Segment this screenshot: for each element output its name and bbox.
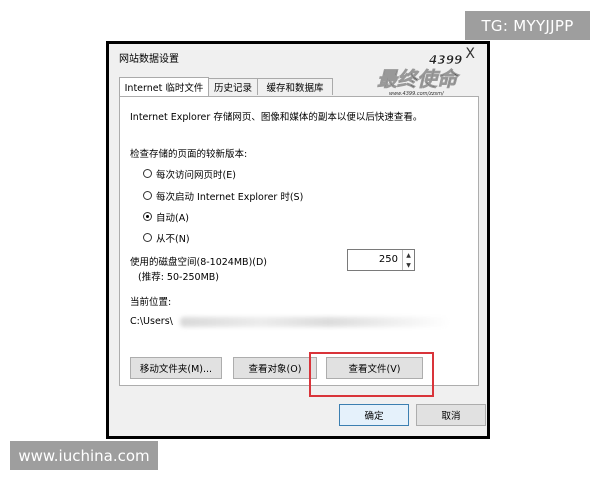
tab-cache-and-databases[interactable]: 缓存和数据库 [257,78,333,95]
site-watermark: www.iuchina.com [10,441,158,470]
tg-watermark: TG: MYYJJPP [465,11,590,40]
view-files-button[interactable]: 查看文件(V) [326,357,423,379]
dialog-title: 网站数据设置 [119,54,179,65]
logo-number: 4399 [428,53,462,67]
stepper-down-icon[interactable]: ▼ [403,260,414,270]
stepper-buttons: ▲ ▼ [402,250,414,270]
disk-space-value[interactable]: 250 [379,254,398,265]
view-objects-button[interactable]: 查看对象(O) [233,357,317,379]
move-folder-button[interactable]: 移动文件夹(M)... [130,357,222,379]
ok-button[interactable]: 确定 [339,404,409,426]
disk-space-stepper[interactable]: 250 ▲ ▼ [347,249,415,271]
radio-every-visit[interactable] [143,169,152,178]
description-text: Internet Explorer 存储网页、图像和媒体的副本以便以后快速查看。 [130,112,423,123]
tab-internet-temp-files[interactable]: Internet 临时文件 [119,77,209,96]
current-location-path: C:\Users\ [130,316,173,327]
check-versions-label: 检查存储的页面的较新版本: [130,149,248,160]
stepper-up-icon[interactable]: ▲ [403,250,414,260]
tab-history[interactable]: 历史记录 [208,78,258,95]
radio-every-visit-label: 每次访问网页时(E) [156,170,236,181]
radio-every-start[interactable] [143,191,152,200]
radio-automatic-label: 自动(A) [156,213,189,224]
game-logo: 4399 最终使命 www.4399.com/zzsm/ [377,53,463,97]
radio-every-start-label: 每次启动 Internet Explorer 时(S) [156,192,304,203]
disk-space-label: 使用的磁盘空间(8-1024MB)(D) [130,257,268,268]
website-data-settings-dialog: 网站数据设置 X 4399 最终使命 www.4399.com/zzsm/ In… [109,44,487,436]
disk-space-recommendation: (推荐: 50-250MB) [138,272,219,283]
tab-panel: Internet Explorer 存储网页、图像和媒体的副本以便以后快速查看。… [119,96,479,386]
radio-never-label: 从不(N) [156,234,190,245]
redacted-path [180,317,450,327]
logo-title: 最终使命 [377,67,460,91]
current-location-label: 当前位置: [130,297,172,308]
radio-never[interactable] [143,233,152,242]
radio-automatic[interactable] [143,212,152,221]
cancel-button[interactable]: 取消 [416,404,486,426]
